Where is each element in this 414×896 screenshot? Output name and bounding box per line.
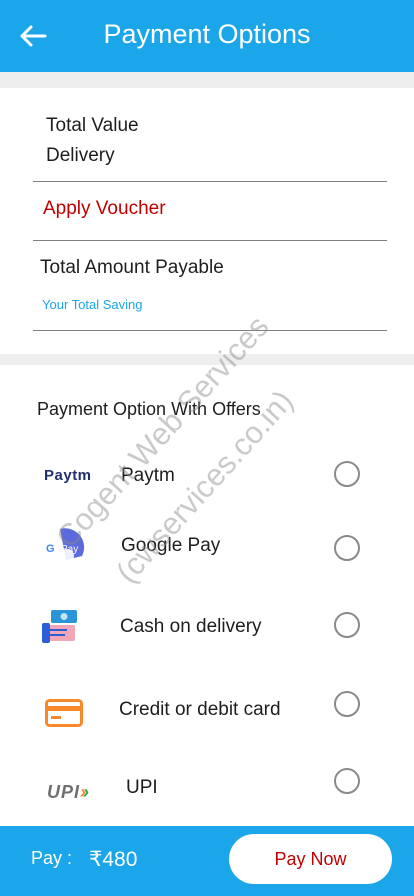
divider xyxy=(33,240,387,241)
radio-cod[interactable] xyxy=(334,612,360,638)
delivery-label: Delivery xyxy=(46,145,115,166)
page-title: Payment Options xyxy=(103,19,311,49)
payment-section-title: Payment Option With Offers xyxy=(37,399,261,419)
svg-text:G: G xyxy=(46,543,55,555)
pay-label: Pay : xyxy=(31,848,73,868)
apply-voucher-link[interactable]: Apply Voucher xyxy=(43,198,166,220)
divider xyxy=(33,181,387,182)
pay-amount: ₹480 xyxy=(89,848,138,871)
radio-upi[interactable] xyxy=(334,768,360,794)
section-spacer xyxy=(0,72,414,88)
total-payable-label: Total Amount Payable xyxy=(40,257,224,278)
svg-text:Pay: Pay xyxy=(61,544,78,555)
upi-logo-icon: UPI›› xyxy=(47,782,91,802)
radio-paytm[interactable] xyxy=(334,461,360,487)
app-header: Payment Options xyxy=(0,0,414,72)
payment-option-label: UPI xyxy=(126,777,158,798)
payment-option-paytm[interactable]: Paytm Paytm xyxy=(0,444,414,504)
google-pay-icon: G Pay xyxy=(46,528,85,563)
payment-option-card[interactable]: Credit or debit card xyxy=(0,680,414,740)
pay-now-button[interactable]: Pay Now xyxy=(229,834,392,884)
payment-footer: Pay : ₹480 Pay Now xyxy=(0,826,414,896)
radio-card[interactable] xyxy=(334,691,360,717)
total-saving-label: Your Total Saving xyxy=(42,297,143,312)
radio-google-pay[interactable] xyxy=(334,535,360,561)
payment-option-upi[interactable]: UPI›› UPI xyxy=(0,760,414,820)
payment-option-label: Google Pay xyxy=(121,535,221,556)
payment-option-label: Paytm xyxy=(121,465,175,486)
credit-card-icon xyxy=(45,699,83,727)
paytm-logo-icon: Paytm xyxy=(44,467,92,484)
payment-option-cod[interactable]: Cash on delivery xyxy=(0,596,414,656)
payment-option-google-pay[interactable]: G Pay Google Pay xyxy=(0,518,414,578)
total-value-label: Total Value xyxy=(46,115,139,136)
payment-option-label: Cash on delivery xyxy=(120,616,262,637)
payment-option-label: Credit or debit card xyxy=(119,699,281,720)
divider xyxy=(33,330,387,331)
cash-on-delivery-icon xyxy=(42,610,77,643)
section-spacer xyxy=(0,354,414,365)
